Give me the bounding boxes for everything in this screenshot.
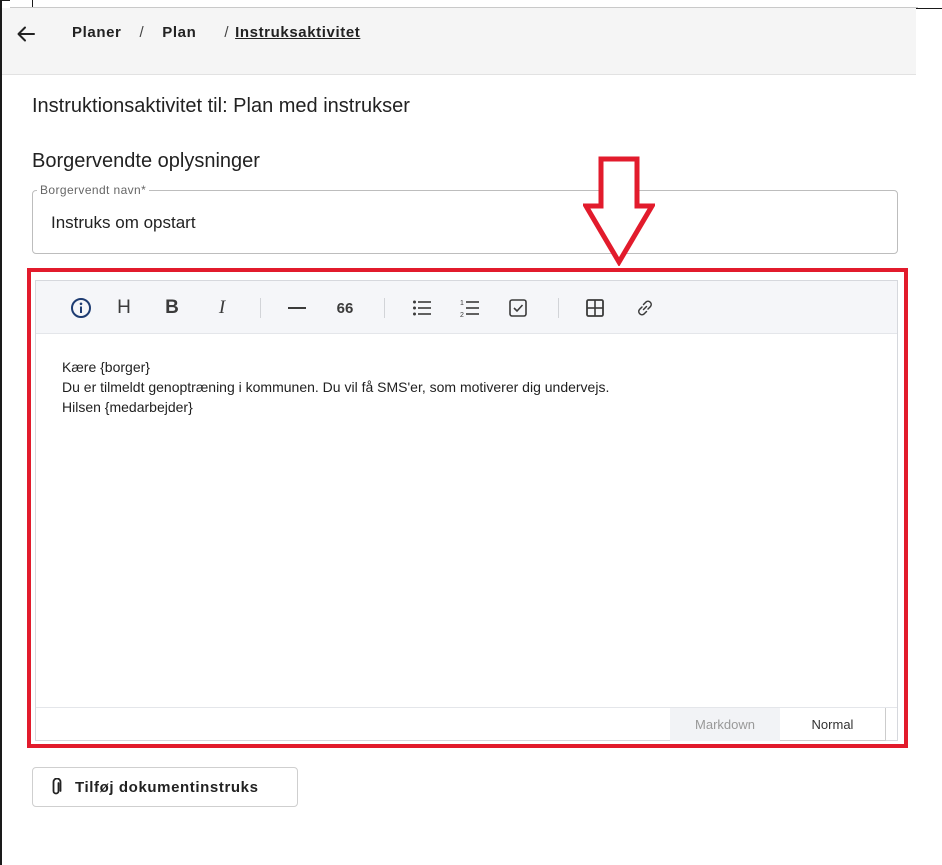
editor-line: Hilsen {medarbejder} <box>62 399 193 415</box>
bold-icon[interactable]: B <box>159 295 185 321</box>
page-title: Instruktionsaktivitet til: Plan med inst… <box>32 95 410 117</box>
frame-edge <box>0 0 2 865</box>
citizen-name-input[interactable]: Instruks om opstart <box>51 213 196 233</box>
mode-tab-normal[interactable]: Normal <box>780 708 886 741</box>
italic-icon[interactable]: I <box>209 295 235 321</box>
editor-toolbar: H B I 66 1 2 <box>36 281 897 334</box>
bullet-list-icon[interactable] <box>409 295 435 321</box>
horizontal-rule-icon[interactable] <box>284 295 310 321</box>
frame-tick <box>2 0 10 1</box>
task-list-icon[interactable] <box>505 295 531 321</box>
rich-text-editor[interactable]: H B I 66 1 2 Kære {borger} Du er tilmeld… <box>35 280 898 741</box>
breadcrumb: Planer / Plan / Instruksaktivitet <box>72 24 360 41</box>
link-icon[interactable] <box>632 295 658 321</box>
paperclip-icon <box>52 778 62 795</box>
toolbar-divider <box>260 298 261 318</box>
citizen-name-label: Borgervendt navn* <box>37 183 150 197</box>
editor-line: Kære {borger} <box>62 359 150 375</box>
svg-text:1: 1 <box>460 300 464 307</box>
arrow-left-icon <box>17 26 35 42</box>
breadcrumb-item-plan[interactable]: Plan <box>162 24 196 41</box>
breadcrumb-separator: / <box>224 24 230 41</box>
numbered-list-icon[interactable]: 1 2 <box>457 295 483 321</box>
down-arrow-annotation-icon <box>583 156 655 266</box>
editor-line: Du er tilmeldt genoptræning i kommunen. … <box>62 379 610 395</box>
section-title: Borgervendte oplysninger <box>32 150 260 172</box>
info-icon[interactable] <box>68 295 94 321</box>
heading-icon[interactable]: H <box>111 295 137 321</box>
mode-tab-markdown[interactable]: Markdown <box>670 708 780 741</box>
add-document-instruction-button[interactable]: Tilføj dokumentinstruks <box>32 767 298 807</box>
frame-tick-right <box>912 8 942 9</box>
breadcrumb-item-planer[interactable]: Planer <box>72 24 121 41</box>
editor-content[interactable]: Kære {borger} Du er tilmeldt genoptrænin… <box>62 357 609 417</box>
add-document-instruction-label: Tilføj dokumentinstruks <box>75 778 259 796</box>
back-button[interactable] <box>14 22 38 46</box>
breadcrumb-separator: / <box>139 24 145 41</box>
citizen-name-field[interactable]: Borgervendt navn* Instruks om opstart <box>32 183 898 254</box>
quote-icon[interactable]: 66 <box>332 295 358 321</box>
editor-mode-bar: Markdown Normal <box>36 707 897 741</box>
toolbar-divider <box>558 298 559 318</box>
toolbar-divider <box>384 298 385 318</box>
breadcrumb-current[interactable]: Instruksaktivitet <box>235 24 360 41</box>
svg-text:2: 2 <box>460 312 464 319</box>
table-icon[interactable] <box>582 295 608 321</box>
top-bar: Planer / Plan / Instruksaktivitet <box>2 8 916 75</box>
